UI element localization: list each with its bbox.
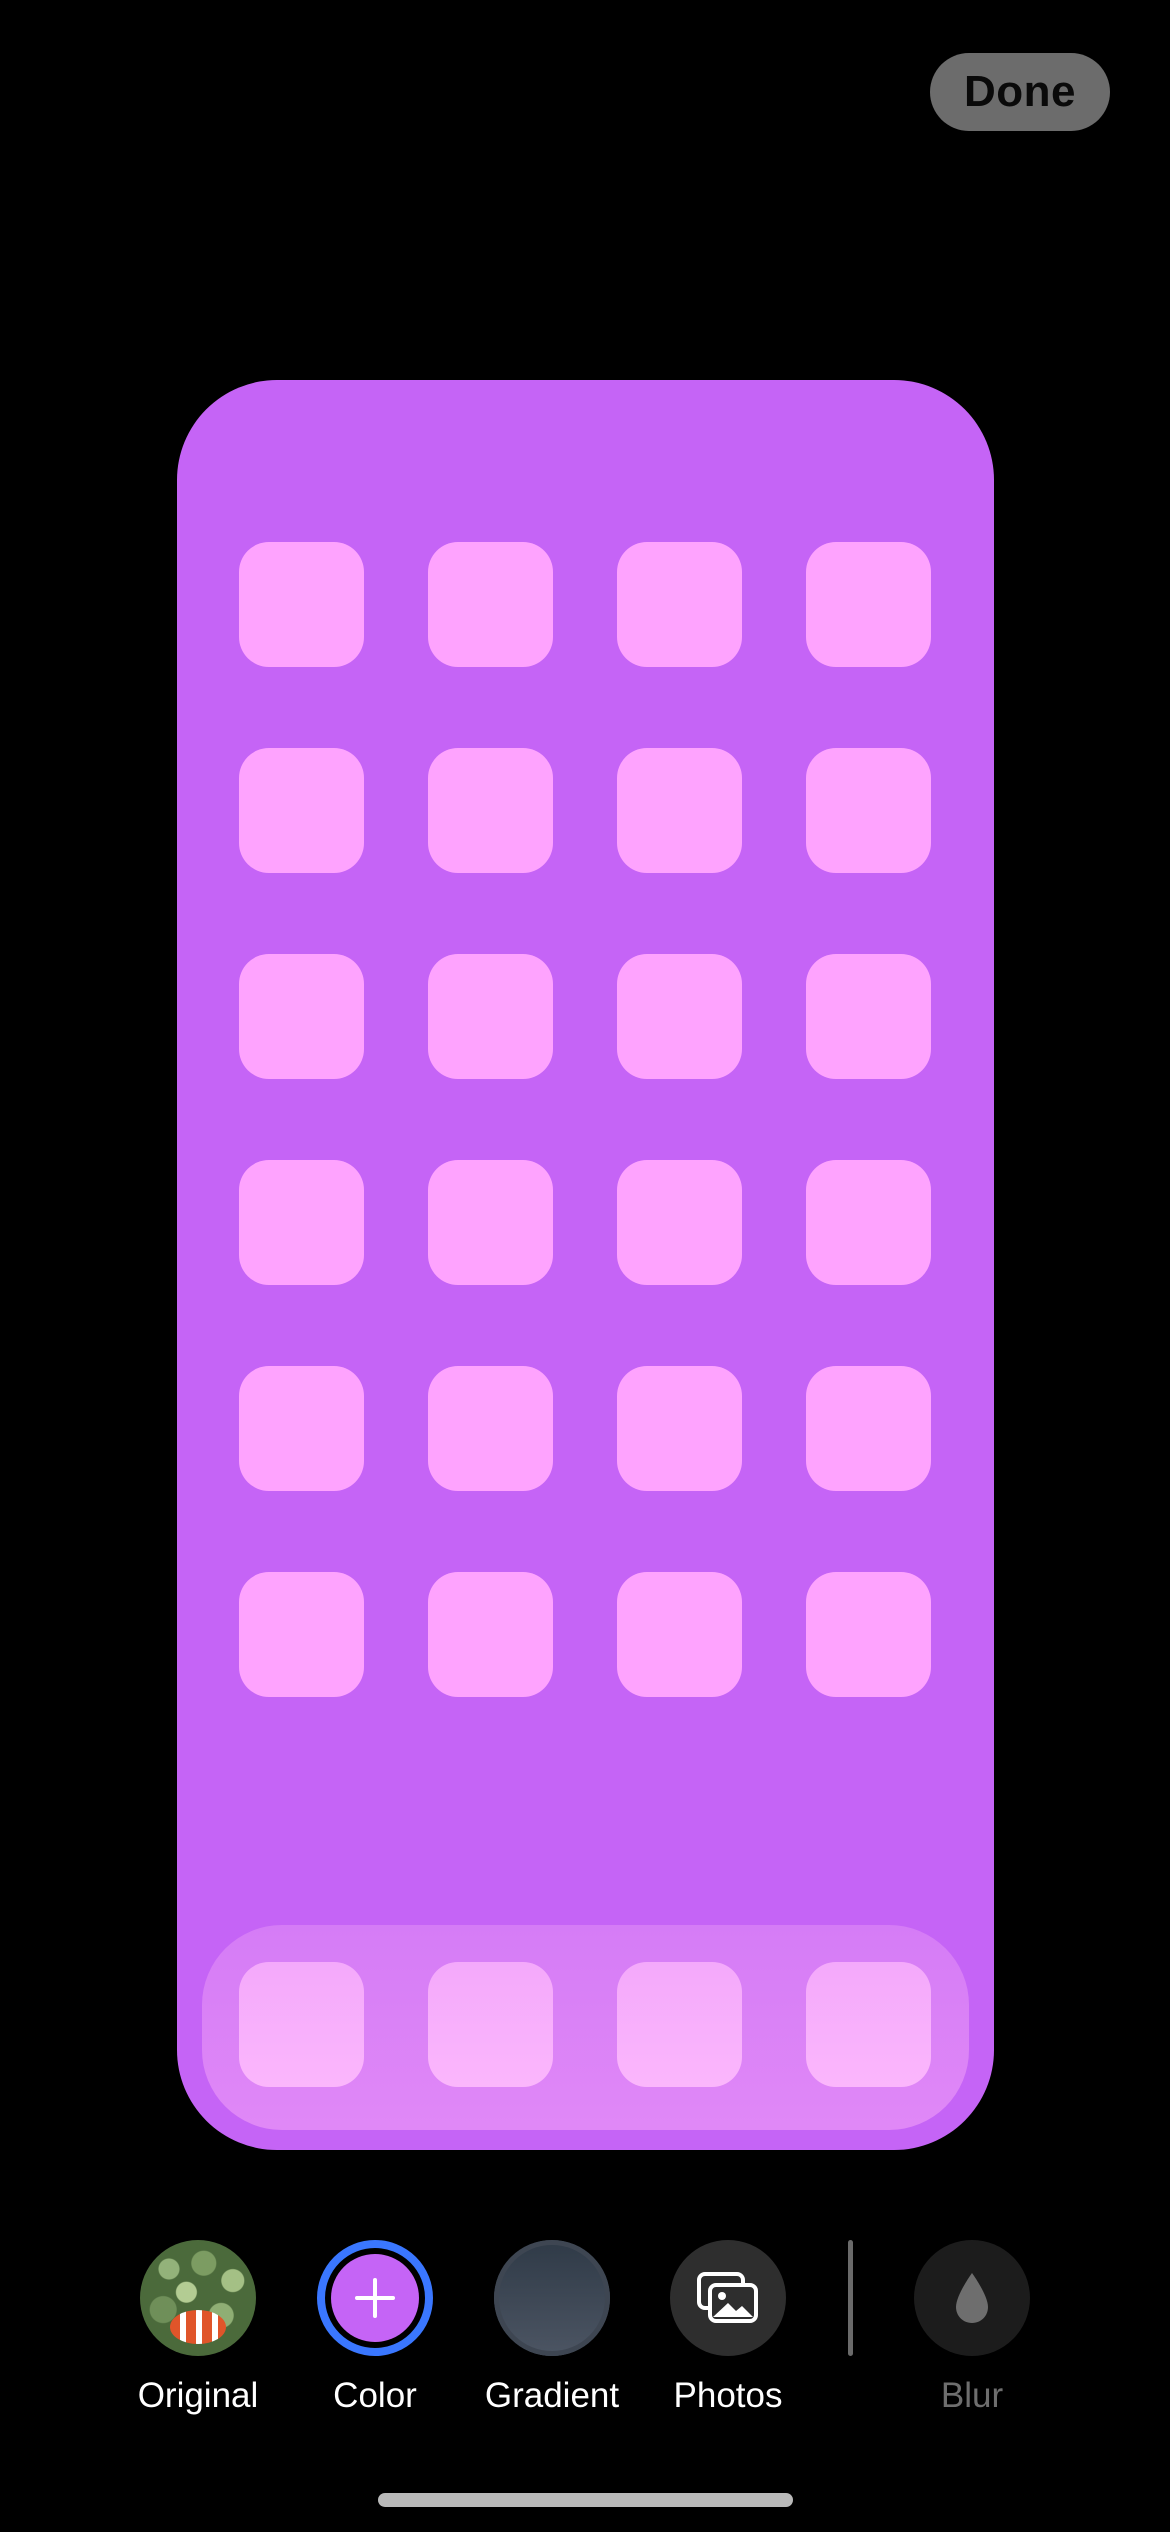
app-icon-placeholder xyxy=(806,1366,931,1491)
toolbar-item-original[interactable]: Original xyxy=(103,2240,293,2416)
original-photo-thumbnail xyxy=(140,2240,256,2356)
blur-button-circle xyxy=(914,2240,1030,2356)
app-icon-placeholder xyxy=(239,1572,364,1697)
app-icon-placeholder xyxy=(617,1160,742,1285)
gradient-swatch xyxy=(494,2240,610,2356)
toolbar-label-photos: Photos xyxy=(673,2376,783,2415)
app-icon-placeholder xyxy=(806,748,931,873)
app-icon-placeholder xyxy=(239,954,364,1079)
photos-button-circle xyxy=(670,2240,786,2356)
app-icon-placeholder xyxy=(617,954,742,1079)
photos-icon xyxy=(697,2272,758,2323)
done-button[interactable]: Done xyxy=(930,53,1110,131)
toolbar-item-photos[interactable]: Photos xyxy=(633,2240,823,2416)
dock-icon-placeholder xyxy=(806,1962,931,2087)
app-icon-placeholder xyxy=(428,1160,553,1285)
app-icon-placeholder xyxy=(428,954,553,1079)
toolbar-item-color[interactable]: Color xyxy=(280,2240,470,2416)
app-icon-placeholder xyxy=(806,542,931,667)
app-icon-placeholder xyxy=(617,1366,742,1491)
color-swatch xyxy=(331,2254,419,2342)
plus-icon xyxy=(355,2278,395,2318)
toolbar-label-gradient: Gradient xyxy=(484,2376,620,2415)
app-icon-placeholder xyxy=(239,1366,364,1491)
toolbar-label-original: Original xyxy=(137,2376,259,2415)
app-icon-placeholder xyxy=(617,748,742,873)
color-selected-ring xyxy=(317,2240,433,2356)
app-icon-placeholder xyxy=(428,542,553,667)
dock-icon-placeholder xyxy=(617,1962,742,2087)
dock-icon-placeholder xyxy=(428,1962,553,2087)
app-icon-placeholder xyxy=(428,1572,553,1697)
app-icon-grid xyxy=(177,380,994,2150)
app-icon-placeholder xyxy=(239,542,364,667)
toolbar-item-blur[interactable]: Blur xyxy=(877,2240,1067,2416)
app-icon-placeholder xyxy=(806,1572,931,1697)
clownfish-image xyxy=(170,2310,226,2344)
toolbar-divider xyxy=(848,2240,853,2356)
app-icon-placeholder xyxy=(428,1366,553,1491)
drop-icon xyxy=(956,2273,988,2323)
dock xyxy=(202,1925,969,2130)
app-icon-placeholder xyxy=(806,1160,931,1285)
toolbar-label-blur: Blur xyxy=(940,2376,1004,2415)
app-icon-placeholder xyxy=(239,748,364,873)
app-icon-placeholder xyxy=(617,542,742,667)
app-icon-placeholder xyxy=(806,954,931,1079)
dock-icon-placeholder xyxy=(239,1962,364,2087)
home-screen-preview xyxy=(177,380,994,2150)
toolbar-item-gradient[interactable]: Gradient xyxy=(457,2240,647,2416)
app-icon-placeholder xyxy=(617,1572,742,1697)
toolbar-label-color: Color xyxy=(333,2376,417,2415)
app-icon-placeholder xyxy=(428,748,553,873)
home-indicator xyxy=(378,2493,793,2507)
app-icon-placeholder xyxy=(239,1160,364,1285)
